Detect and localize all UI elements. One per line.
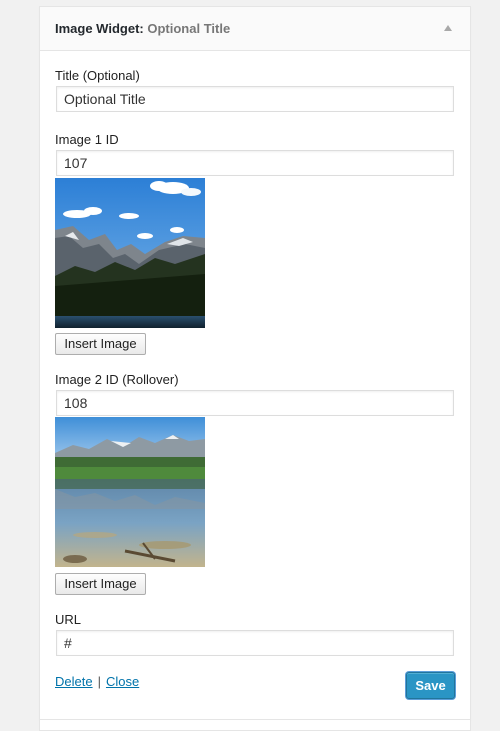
next-widget-edge bbox=[39, 719, 471, 731]
save-button[interactable]: Save bbox=[406, 672, 455, 699]
image2-preview-lake-image bbox=[55, 417, 205, 567]
url-field-label: URL bbox=[55, 612, 82, 627]
title-field-label: Title (Optional) bbox=[55, 68, 140, 83]
delete-link[interactable]: Delete bbox=[55, 674, 93, 689]
image1-id-input[interactable] bbox=[56, 150, 454, 176]
image2-id-input[interactable] bbox=[56, 390, 454, 416]
widget-title-subtitle: Optional Title bbox=[147, 21, 231, 36]
title-input[interactable] bbox=[56, 86, 454, 112]
close-link[interactable]: Close bbox=[106, 674, 139, 689]
widget-title: Image Widget: Optional Title bbox=[55, 21, 230, 36]
url-input[interactable] bbox=[56, 630, 454, 656]
image1-preview-mountain-image bbox=[55, 178, 205, 328]
image1-insert-image-button[interactable]: Insert Image bbox=[55, 333, 146, 355]
widget-header[interactable]: Image Widget: Optional Title bbox=[40, 7, 470, 51]
widget-title-name: Image Widget bbox=[55, 21, 140, 36]
image2-id-label: Image 2 ID (Rollover) bbox=[55, 372, 179, 387]
image-widget-panel: Image Widget: Optional Title Title (Opti… bbox=[39, 6, 471, 720]
actions-separator: | bbox=[97, 674, 101, 689]
widget-control-actions: Delete | Close bbox=[55, 674, 139, 689]
image2-insert-image-button[interactable]: Insert Image bbox=[55, 573, 146, 595]
collapse-toggle-icon[interactable] bbox=[444, 25, 452, 31]
image1-id-label: Image 1 ID bbox=[55, 132, 119, 147]
